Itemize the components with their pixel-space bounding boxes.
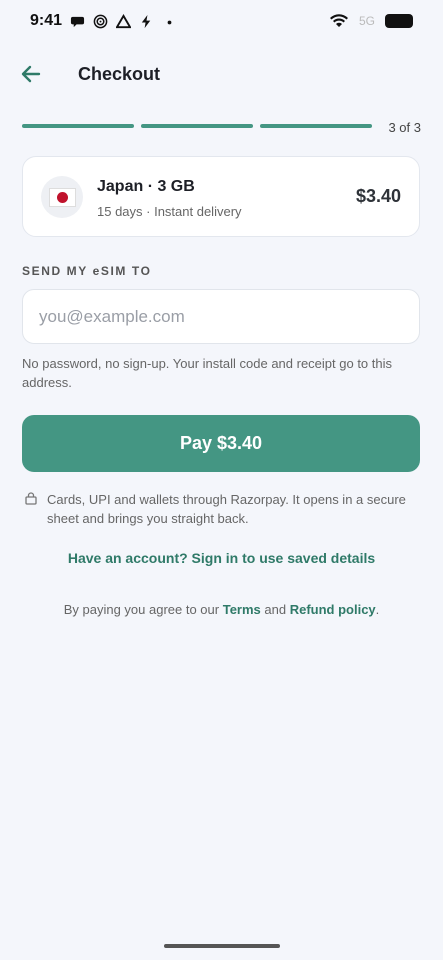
refund-policy-link[interactable]: Refund policy — [290, 602, 376, 617]
plan-name: Japan · 3 GB — [97, 178, 195, 195]
secure-payment-text: Cards, UPI and wallets through Razorpay.… — [47, 492, 406, 526]
legal-and: and — [260, 602, 290, 617]
dot-icon — [167, 20, 172, 25]
battery-icon — [385, 14, 413, 28]
email-hint: No password, no sign-up. Your install co… — [22, 356, 393, 390]
lock-icon — [25, 492, 37, 505]
network-label: 5G — [358, 14, 375, 28]
step-indicator: 3 of 3 — [388, 120, 421, 135]
terms-link[interactable]: Terms — [223, 602, 261, 617]
notification-icons — [70, 14, 177, 29]
progress-segment-3 — [260, 124, 372, 128]
progress-bar — [22, 124, 372, 128]
arrow-left-icon[interactable] — [18, 61, 44, 87]
japan-flag-icon — [41, 176, 83, 218]
legal-prefix: By paying you agree to our — [63, 602, 223, 617]
progress-segment-1 — [22, 124, 134, 128]
home-indicator[interactable] — [164, 944, 280, 948]
page-title: Checkout — [78, 64, 161, 84]
bolt-icon — [141, 14, 151, 29]
pay-button[interactable]: Pay $3.40 — [22, 415, 420, 472]
plan-summary-card: Japan · 3 GB 15 days · Instant delivery … — [22, 156, 420, 237]
triangle-icon — [116, 14, 131, 29]
header: Checkout — [0, 55, 443, 95]
signin-link[interactable]: Have an account? Sign in to use saved de… — [0, 550, 443, 566]
plan-price: $3.40 — [355, 186, 401, 206]
status-time: 9:41 — [30, 12, 63, 29]
wifi-icon — [329, 14, 348, 27]
plan-meta: 15 days · Instant delivery — [97, 204, 242, 219]
system-icons: 5G — [329, 13, 413, 29]
email-section-label: SEND MY eSIM TO — [22, 264, 152, 278]
target-icon — [93, 14, 108, 29]
progress-segment-2 — [141, 124, 253, 128]
legal-text: By paying you agree to our Terms and Ref… — [0, 602, 443, 617]
chat-bubble-icon — [70, 16, 85, 28]
email-input[interactable] — [22, 289, 420, 344]
legal-suffix: . — [375, 602, 380, 617]
status-bar: 9:41 5G — [0, 0, 443, 44]
